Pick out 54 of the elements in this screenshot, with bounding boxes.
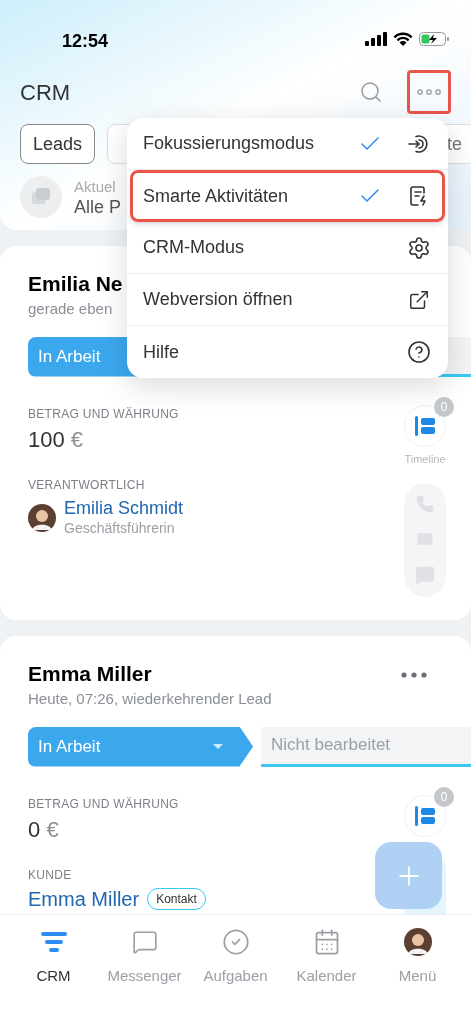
person-name[interactable]: Emilia Schmidt [64,497,184,518]
field-label: BETRAG UND WÄHRUNG [28,795,180,813]
menu-label: Smarte Aktivitäten [143,184,290,208]
external-link-icon [408,288,430,311]
timeline-button[interactable] [404,794,446,837]
client-name[interactable]: Emma Miller [28,883,140,914]
timeline-label: Timeline [404,451,446,467]
timeline-icon [414,805,436,826]
check-circle-icon [221,928,250,956]
person-role: Geschäftsführerin [64,518,176,538]
battery-icon [419,32,449,46]
filter-value[interactable]: Alle P [74,197,122,217]
menu-item[interactable]: Smarte Aktivitäten [130,170,445,222]
lead-card[interactable]: Emma Miller Heute, 07:26, wiederkehrender Lead In Arbeit Nicht bearbeitet BETRAG UND WÄHRUNG 0 € KUNDE Emma Miller Kontakt 0 [0,636,471,914]
lead-title: Emma Miller [28,661,153,687]
chat-icon [131,929,158,955]
add-button[interactable] [375,842,442,909]
timeline-button[interactable] [404,404,446,447]
more-icon[interactable] [401,672,427,678]
field-label: KUNDE [28,866,73,884]
lead-subtitle: gerade eben [28,299,114,319]
stack-icon [20,176,62,218]
field-label: BETRAG UND WÄHRUNG [28,405,180,423]
menu-item[interactable]: CRM-Modus [127,222,448,274]
caret-icon [213,744,223,749]
amount-value: 100 € [28,425,85,454]
funnel-icon [40,930,67,954]
menu-item[interactable]: Fokussierungsmodus [127,118,448,170]
nav-tab[interactable]: CRM [8,927,99,1024]
avatar [403,928,432,956]
amount-value: 0 € [28,815,60,844]
avatar [28,503,56,532]
menu-item[interactable]: Hilfe [127,326,448,378]
menu-item[interactable]: Webversion öffnen [127,274,448,326]
more-icon [417,89,441,95]
timeline-icon [414,415,436,436]
filter-label: Aktuel [74,177,117,197]
settings-icon [407,235,431,260]
timeline-count: 0 [434,786,454,807]
page-title: CRM [20,78,71,107]
timeline-count: 0 [434,396,454,417]
signal-icon [365,32,387,46]
menu-label: Webversion öffnen [143,288,294,311]
status-time: 12:54 [62,30,109,53]
help-icon [407,340,431,364]
wifi-icon [393,32,413,46]
menu-label: Fokussierungsmodus [143,132,316,155]
category-tab[interactable]: Leads [20,124,96,164]
more-button[interactable] [407,70,451,114]
menu-label: Hilfe [143,340,180,364]
lead-title: Emilia Ne [28,271,123,297]
lead-subtitle: Heute, 07:26, wiederkehrender Lead [28,689,272,709]
search-icon[interactable] [359,80,383,104]
field-label: VERANTWORTLICH [28,476,146,494]
